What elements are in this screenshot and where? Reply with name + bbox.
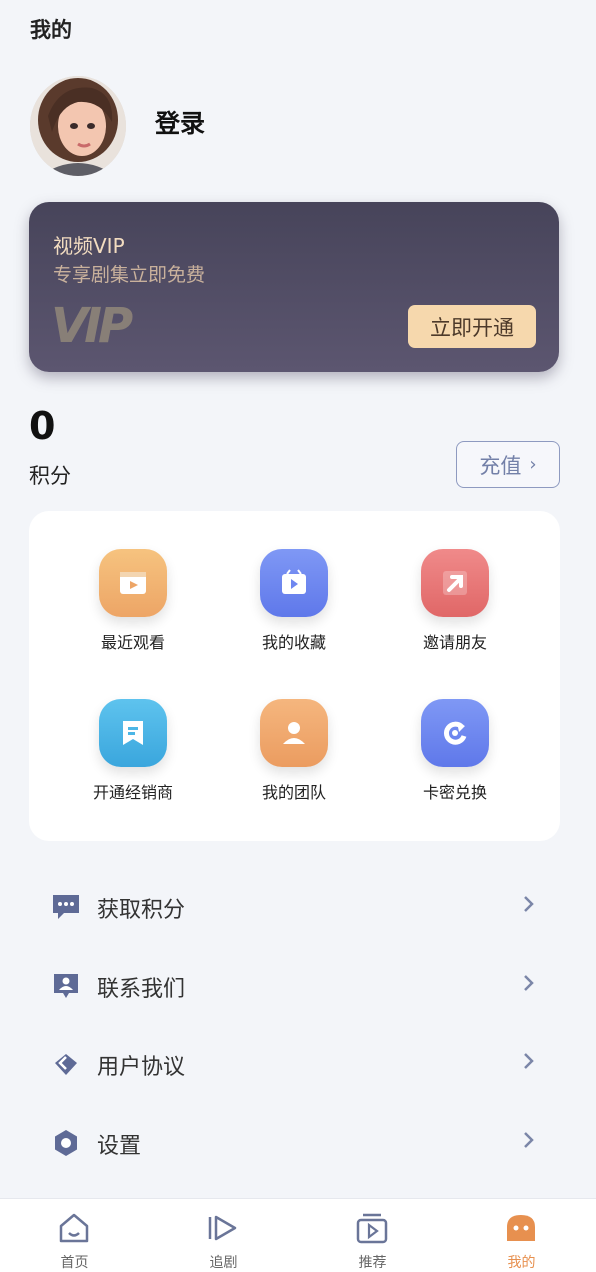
tab-label: 追剧 xyxy=(209,1255,238,1271)
vip-subtitle: 专享剧集立即免费 xyxy=(53,264,206,286)
quick-action-label: 开通经销商 xyxy=(92,783,173,802)
chevron-right-icon xyxy=(522,972,536,994)
points-label: 积分 xyxy=(29,464,71,488)
quick-action-dealer[interactable]: 开通经销商 xyxy=(58,699,208,819)
chevron-right-icon xyxy=(522,1050,536,1072)
vip-title: 视频VIP xyxy=(53,234,125,258)
refresh-icon xyxy=(421,699,489,767)
quick-action-label: 邀请朋友 xyxy=(422,633,487,652)
points-value: 0 xyxy=(29,404,56,448)
quick-action-label: 卡密兑换 xyxy=(422,783,487,802)
menu-label: 设置 xyxy=(97,1134,142,1159)
film-icon xyxy=(99,549,167,617)
tab-home[interactable]: 首页 xyxy=(0,1199,149,1272)
tab-follow[interactable]: 追剧 xyxy=(149,1199,298,1272)
menu-item-settings[interactable]: 设置 xyxy=(29,1112,560,1172)
quick-action-label: 最近观看 xyxy=(100,633,165,652)
vip-logo: VIP xyxy=(51,298,133,354)
recharge-button[interactable]: 充值 › xyxy=(456,441,560,488)
page-title: 我的 xyxy=(30,18,72,42)
play-icon xyxy=(205,1211,241,1245)
chevron-right-icon xyxy=(522,893,536,915)
agreement-icon xyxy=(51,1049,81,1079)
quick-action-recent[interactable]: 最近观看 xyxy=(58,549,208,669)
quick-action-favorites[interactable]: 我的收藏 xyxy=(219,549,369,669)
menu-item-earn-points[interactable]: 获取积分 xyxy=(29,876,560,936)
chevron-right-icon xyxy=(522,1129,536,1151)
quick-action-label: 我的收藏 xyxy=(261,633,326,652)
menu-label: 用户协议 xyxy=(97,1055,186,1080)
menu-item-agreement[interactable]: 用户协议 xyxy=(29,1033,560,1093)
tab-label: 我的 xyxy=(507,1255,536,1271)
menu-item-contact[interactable]: 联系我们 xyxy=(29,955,560,1015)
quick-action-label: 我的团队 xyxy=(261,783,326,802)
settings-icon xyxy=(51,1128,81,1158)
chevron-right-icon: › xyxy=(529,454,537,475)
share-arrow-icon xyxy=(421,549,489,617)
quick-action-redeem[interactable]: 卡密兑换 xyxy=(380,699,530,819)
login-link[interactable]: 登录 xyxy=(155,104,205,140)
tab-recommend[interactable]: 推荐 xyxy=(298,1199,447,1272)
tab-mine[interactable]: 我的 xyxy=(447,1199,596,1272)
quick-action-invite[interactable]: 邀请朋友 xyxy=(380,549,530,669)
quick-actions-card: 最近观看 我的收藏 邀请朋友 开通经销商 我的团队 卡密兑换 xyxy=(29,511,560,841)
recharge-label: 充值 xyxy=(479,453,522,478)
tab-label: 推荐 xyxy=(358,1255,387,1271)
menu-label: 获取积分 xyxy=(97,898,186,923)
person-icon xyxy=(260,699,328,767)
quick-action-team[interactable]: 我的团队 xyxy=(219,699,369,819)
mine-icon xyxy=(503,1211,539,1245)
chat-icon xyxy=(51,892,81,922)
collection-icon xyxy=(260,549,328,617)
vip-open-button[interactable]: 立即开通 xyxy=(408,305,536,348)
tab-label: 首页 xyxy=(60,1255,89,1271)
menu-label: 联系我们 xyxy=(97,977,186,1002)
avatar[interactable] xyxy=(30,76,126,176)
contact-icon xyxy=(51,971,81,1001)
recommend-icon xyxy=(354,1211,390,1245)
bookmark-icon xyxy=(99,699,167,767)
vip-card[interactable]: 视频VIP 专享剧集立即免费 VIP 立即开通 xyxy=(29,202,559,372)
bottom-tab-bar: 首页 追剧 推荐 我的 xyxy=(0,1198,596,1272)
home-icon xyxy=(56,1211,92,1245)
